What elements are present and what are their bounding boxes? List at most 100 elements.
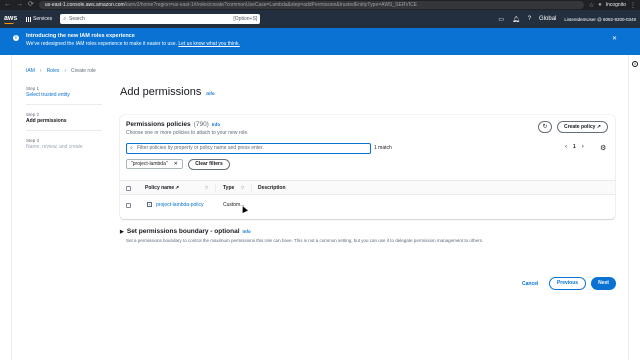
console-search-input[interactable]: ⌕ Search [Option+S] bbox=[60, 14, 261, 24]
boundary-title: Set permissions boundary - optional bbox=[126, 228, 240, 235]
browser-actions: ☆ ● Incognito ⋮ bbox=[589, 2, 636, 9]
wizard-steps: Step 1 Select trusted entity Step 2 Add … bbox=[26, 86, 106, 163]
services-label: Services bbox=[33, 16, 53, 22]
step-1: Step 1 Select trusted entity bbox=[26, 86, 106, 98]
step-add-permissions: Add permissions bbox=[26, 118, 67, 124]
nav-utility-icons: ▭ 🔔︎ ? Global ListenIdemUser @ 6092-9200… bbox=[498, 16, 636, 23]
panel-title: Permissions policies (790) Info bbox=[126, 121, 249, 128]
step-3: Step 3 Name, review, and create bbox=[26, 138, 106, 150]
column-type[interactable]: Type bbox=[223, 185, 234, 191]
sort-down-icon[interactable]: ▽ bbox=[241, 185, 244, 190]
external-link-icon: ↗ bbox=[175, 185, 180, 191]
flash-body: We've redesigned the IAM roles experienc… bbox=[26, 41, 632, 47]
page-title-text: Add permissions bbox=[120, 86, 202, 98]
step-divider bbox=[26, 130, 102, 131]
back-arrow-icon[interactable]: ← bbox=[4, 0, 11, 10]
chevron-right-icon[interactable]: › bbox=[582, 144, 584, 150]
aws-logo-text: aws bbox=[4, 14, 18, 22]
chevron-right-icon: › bbox=[39, 68, 42, 74]
refresh-icon: ↻ bbox=[542, 124, 548, 130]
filter-token: "project-lambda" ✕ bbox=[126, 159, 183, 169]
remove-token-icon[interactable]: ✕ bbox=[174, 160, 178, 168]
column-description[interactable]: Description bbox=[258, 185, 286, 191]
account-menu[interactable]: ListenIdemUser @ 6092-9200-0349 bbox=[564, 17, 636, 22]
permissions-info-link[interactable]: Info bbox=[212, 122, 220, 127]
policy-count: (790) bbox=[193, 121, 209, 128]
address-bar[interactable]: us-east-1.console.aws.amazon.com/iamv2/h… bbox=[38, 1, 584, 9]
column-divider bbox=[251, 184, 252, 192]
grid-icon bbox=[26, 16, 31, 22]
reload-icon[interactable]: ⟳ bbox=[28, 0, 34, 10]
search-icon: ⌕ bbox=[63, 16, 66, 22]
step-2: Step 2 Add permissions bbox=[26, 112, 106, 124]
cloudshell-icon[interactable]: ▭ bbox=[498, 16, 504, 23]
row-checkbox[interactable] bbox=[126, 203, 131, 208]
expand-plus-icon[interactable]: + bbox=[147, 202, 152, 207]
boundary-description: Set a permissions boundary to control th… bbox=[126, 238, 484, 243]
notifications-bell-icon[interactable]: 🔔︎ bbox=[512, 16, 520, 23]
right-help-rail: i bbox=[628, 55, 640, 360]
create-policy-button[interactable]: Create policy ↗ bbox=[557, 121, 608, 133]
chevron-right-icon: › bbox=[64, 68, 67, 74]
table-row[interactable]: + project-lambda-policy Custom... bbox=[120, 199, 615, 213]
permissions-policies-panel: Permissions policies (790) Info Choose o… bbox=[120, 115, 615, 219]
search-icon: ⌕ bbox=[130, 145, 133, 151]
step-number: Step 3 bbox=[26, 138, 40, 143]
next-button[interactable]: Next bbox=[591, 277, 616, 290]
chevron-left-icon[interactable]: ‹ bbox=[565, 144, 567, 150]
step-number: Step 2 bbox=[26, 112, 40, 117]
bookmark-star-icon[interactable]: ☆ bbox=[589, 2, 594, 9]
clear-filters-button[interactable]: Clear filters bbox=[188, 159, 230, 170]
browser-menu-icon[interactable]: ⋮ bbox=[630, 2, 636, 9]
breadcrumb-iam[interactable]: IAM bbox=[26, 68, 35, 74]
flash-banner: i Introducing the new IAM roles experien… bbox=[0, 28, 640, 55]
cancel-button[interactable]: Cancel bbox=[522, 279, 538, 289]
breadcrumb-current: Create role bbox=[71, 68, 96, 74]
step-divider bbox=[26, 104, 102, 105]
aws-logo[interactable]: aws bbox=[4, 15, 22, 24]
close-icon[interactable]: ✕ bbox=[612, 35, 617, 42]
column-divider bbox=[215, 184, 216, 192]
column-policy-name[interactable]: Policy name bbox=[145, 185, 174, 191]
step-name-review-create: Name, review, and create bbox=[26, 144, 83, 150]
incognito-label: Incognito bbox=[605, 2, 626, 8]
refresh-button[interactable]: ↻ bbox=[538, 121, 552, 133]
sort-down-icon[interactable]: ▽ bbox=[205, 185, 208, 190]
previous-button[interactable]: Previous bbox=[549, 277, 586, 290]
policy-name-link[interactable]: project-lambda-policy bbox=[156, 202, 204, 208]
boundary-header[interactable]: ▶ Set permissions boundary - optional In… bbox=[120, 228, 483, 235]
match-count: 1 match bbox=[374, 145, 392, 151]
feedback-link[interactable]: Let us know what you think. bbox=[178, 41, 239, 47]
aws-smile-icon bbox=[4, 22, 14, 24]
panel-title-text: Permissions policies bbox=[126, 121, 191, 128]
breadcrumb: IAM › Roles › Create role bbox=[26, 68, 96, 74]
page-info-link[interactable]: Info bbox=[206, 91, 214, 96]
external-link-icon: ↗ bbox=[596, 124, 601, 130]
region-selector[interactable]: Global bbox=[539, 16, 556, 22]
page-title: Add permissions Info bbox=[120, 86, 215, 98]
aws-top-nav: aws Services ⌕ Search [Option+S] ▭ 🔔︎ ? … bbox=[0, 10, 640, 28]
current-page[interactable]: 1 bbox=[573, 144, 576, 150]
profile-icon[interactable]: ● bbox=[598, 2, 602, 8]
url-path: /iamv2/home?region=us-east-1#/roles/crea… bbox=[124, 2, 418, 8]
boundary-info-link[interactable]: Info bbox=[243, 229, 251, 234]
select-all-checkbox[interactable] bbox=[126, 186, 131, 191]
forward-arrow-icon[interactable]: → bbox=[16, 0, 23, 10]
flash-body-text: We've redesigned the IAM roles experienc… bbox=[26, 41, 177, 47]
gear-icon[interactable]: ⚙ bbox=[600, 144, 606, 152]
table-header: Policy name ↗ ▽ Type ▽ Description bbox=[120, 180, 615, 195]
caret-right-icon: ▶ bbox=[120, 229, 124, 235]
filter-placeholder: Filter policies by property or policy na… bbox=[137, 145, 264, 151]
create-policy-label: Create policy bbox=[564, 124, 596, 130]
url-host: us-east-1.console.aws.amazon.com bbox=[44, 2, 125, 8]
step-number: Step 1 bbox=[26, 86, 40, 91]
panel-description: Choose one or more policies to attach to… bbox=[126, 130, 249, 136]
pagination: ‹ 1 › bbox=[565, 144, 584, 150]
search-shortcut: [Option+S] bbox=[233, 16, 258, 22]
policy-filter-input[interactable]: ⌕ Filter policies by property or policy … bbox=[126, 143, 371, 154]
services-menu[interactable]: Services bbox=[26, 16, 52, 22]
info-panel-icon[interactable]: i bbox=[632, 61, 638, 67]
step-select-trusted-entity[interactable]: Select trusted entity bbox=[26, 92, 106, 98]
breadcrumb-roles[interactable]: Roles bbox=[47, 68, 60, 74]
help-icon[interactable]: ? bbox=[528, 16, 531, 22]
